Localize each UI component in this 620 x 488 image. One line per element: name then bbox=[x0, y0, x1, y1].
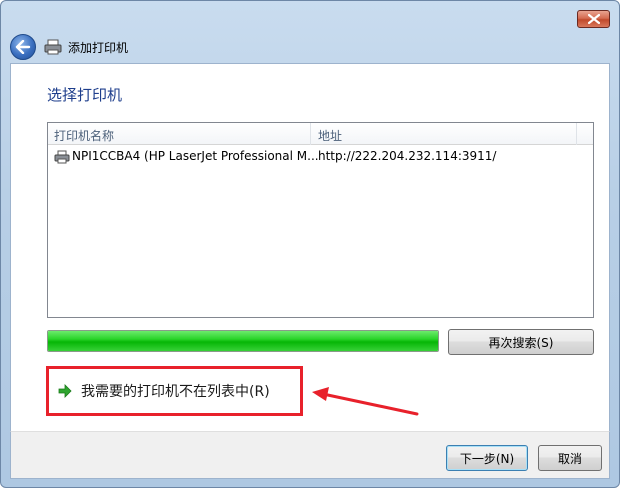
printer-icon bbox=[54, 150, 70, 164]
back-arrow-icon bbox=[15, 40, 31, 54]
dialog-header: 添加打印机 bbox=[10, 31, 610, 63]
printer-list[interactable]: 打印机名称 地址 NPI1CCBA4 (HP LaserJet Professi… bbox=[47, 122, 594, 318]
page-title: 选择打印机 bbox=[47, 86, 123, 104]
close-icon bbox=[587, 14, 600, 24]
cancel-button[interactable]: 取消 bbox=[538, 445, 602, 471]
dialog-footer: 下一步(N) 取消 bbox=[10, 431, 610, 479]
close-button[interactable] bbox=[577, 10, 610, 28]
column-header-address[interactable]: 地址 bbox=[318, 127, 342, 144]
search-progress-bar bbox=[47, 330, 439, 352]
column-separator[interactable] bbox=[310, 123, 311, 145]
main-content: 选择打印机 打印机名称 地址 NPI1CCBA4 (HP LaserJet Pr… bbox=[10, 63, 610, 431]
printer-not-listed-label: 我需要的打印机不在列表中(R) bbox=[81, 384, 270, 400]
list-header: 打印机名称 地址 bbox=[48, 123, 593, 145]
add-printer-dialog: 添加打印机 选择打印机 打印机名称 地址 NPI1CCBA4 (HP Laser… bbox=[0, 0, 620, 488]
printer-icon bbox=[44, 39, 62, 55]
dialog-title: 添加打印机 bbox=[68, 41, 129, 55]
column-separator[interactable] bbox=[576, 123, 577, 145]
column-header-name[interactable]: 打印机名称 bbox=[54, 127, 114, 144]
annotation-arrow-icon bbox=[312, 387, 419, 416]
progress-fill bbox=[48, 331, 438, 351]
printer-address: http://222.204.232.114:3911/ bbox=[318, 149, 497, 163]
search-again-button[interactable]: 再次搜索(S) bbox=[448, 329, 594, 355]
table-row[interactable]: NPI1CCBA4 (HP LaserJet Professional M...… bbox=[48, 147, 593, 167]
green-arrow-icon bbox=[58, 384, 72, 398]
back-button[interactable] bbox=[10, 34, 36, 60]
printer-name: NPI1CCBA4 (HP LaserJet Professional M... bbox=[72, 149, 319, 163]
next-button[interactable]: 下一步(N) bbox=[446, 445, 528, 471]
